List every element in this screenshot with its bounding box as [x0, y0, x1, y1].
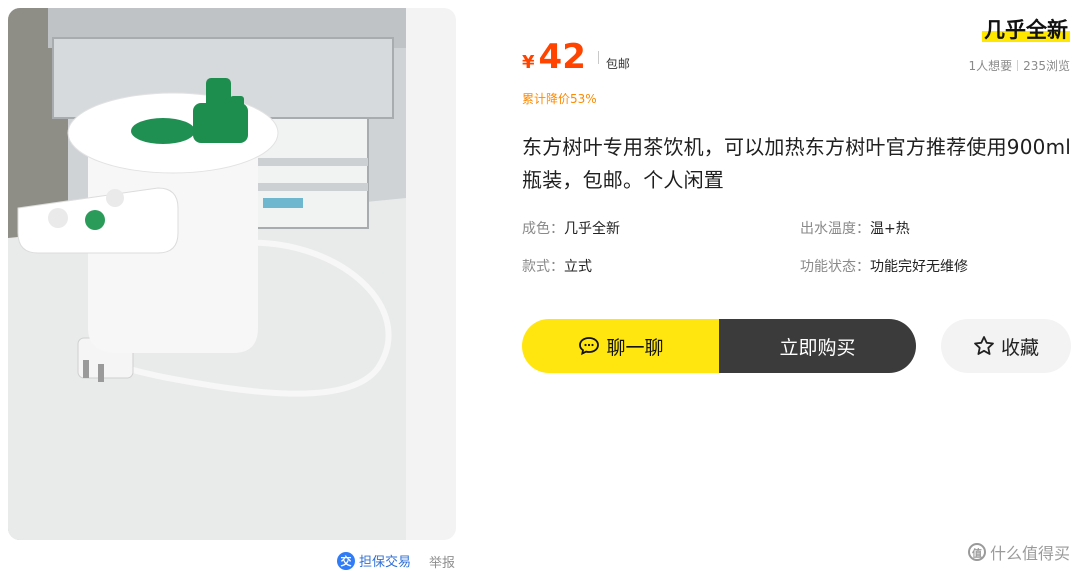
condition-tag-text: 几乎全新: [982, 18, 1070, 42]
buy-now-button[interactable]: 立即购买: [719, 319, 916, 373]
attribute-value: 立式: [564, 259, 592, 275]
discount-note: 累计降价53%: [522, 92, 597, 106]
attribute-style: 款式：立式: [522, 256, 592, 276]
views-count: 235浏览: [1023, 59, 1070, 73]
attribute-key: 出水温度：: [800, 221, 870, 237]
product-photo[interactable]: [8, 8, 406, 540]
product-photo-illustration: [8, 8, 406, 540]
currency-symbol: ¥: [522, 52, 535, 73]
guarantee-link[interactable]: 交 担保交易: [337, 551, 411, 570]
guarantee-badge-icon: 交: [337, 551, 355, 570]
attribute-key: 款式：: [522, 259, 564, 275]
condition-tag: 几乎全新: [982, 14, 1070, 44]
favorite-label: 收藏: [1000, 336, 1039, 359]
product-stats: 1人想要 235浏览: [968, 57, 1070, 74]
chat-label: 聊一聊: [606, 336, 664, 359]
smzdm-logo-icon: 值: [967, 543, 986, 561]
wants-count: 1人想要: [968, 59, 1013, 73]
star-outline-icon: [974, 336, 994, 355]
attribute-value: 几乎全新: [564, 221, 620, 237]
watermark-text: 什么值得买: [989, 544, 1070, 563]
shipping-label: 包邮: [605, 57, 630, 71]
stats-divider: [1017, 60, 1019, 71]
price-amount: 42: [538, 37, 586, 77]
attribute-condition: 成色：几乎全新: [522, 218, 620, 238]
chat-bubble-icon: [579, 337, 600, 356]
report-link[interactable]: 举报: [429, 552, 455, 571]
attribute-key: 成色：: [522, 221, 564, 237]
attribute-key: 功能状态：: [800, 259, 870, 275]
favorite-button[interactable]: 收藏: [941, 319, 1071, 373]
buy-label: 立即购买: [779, 336, 856, 359]
attribute-function: 功能状态：功能完好无维修: [800, 256, 968, 276]
price-divider: [597, 50, 599, 64]
product-title: 东方树叶专用茶饮机，可以加热东方树叶官方推荐使用900ml瓶装，包邮。个人闲置: [522, 135, 1072, 192]
price-row: ¥ 42 包邮: [522, 40, 630, 74]
chat-button[interactable]: 聊一聊: [522, 319, 720, 373]
site-watermark: 值 什么值得买: [967, 540, 1070, 564]
guarantee-label: 担保交易: [359, 555, 412, 570]
attribute-value: 温+热: [870, 221, 910, 237]
attribute-value: 功能完好无维修: [870, 259, 968, 275]
attribute-water-temp: 出水温度：温+热: [800, 218, 910, 238]
product-image-frame[interactable]: [8, 8, 456, 540]
